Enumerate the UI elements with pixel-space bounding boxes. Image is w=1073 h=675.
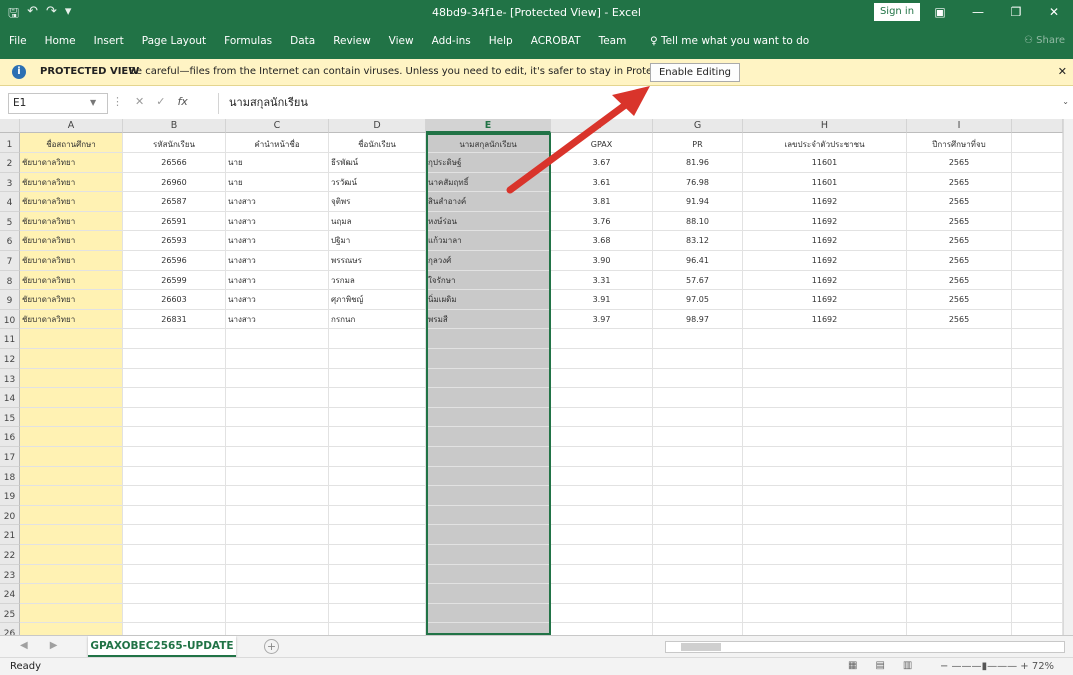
annotation-arrow xyxy=(506,86,650,194)
arrow-shaft xyxy=(506,96,636,194)
